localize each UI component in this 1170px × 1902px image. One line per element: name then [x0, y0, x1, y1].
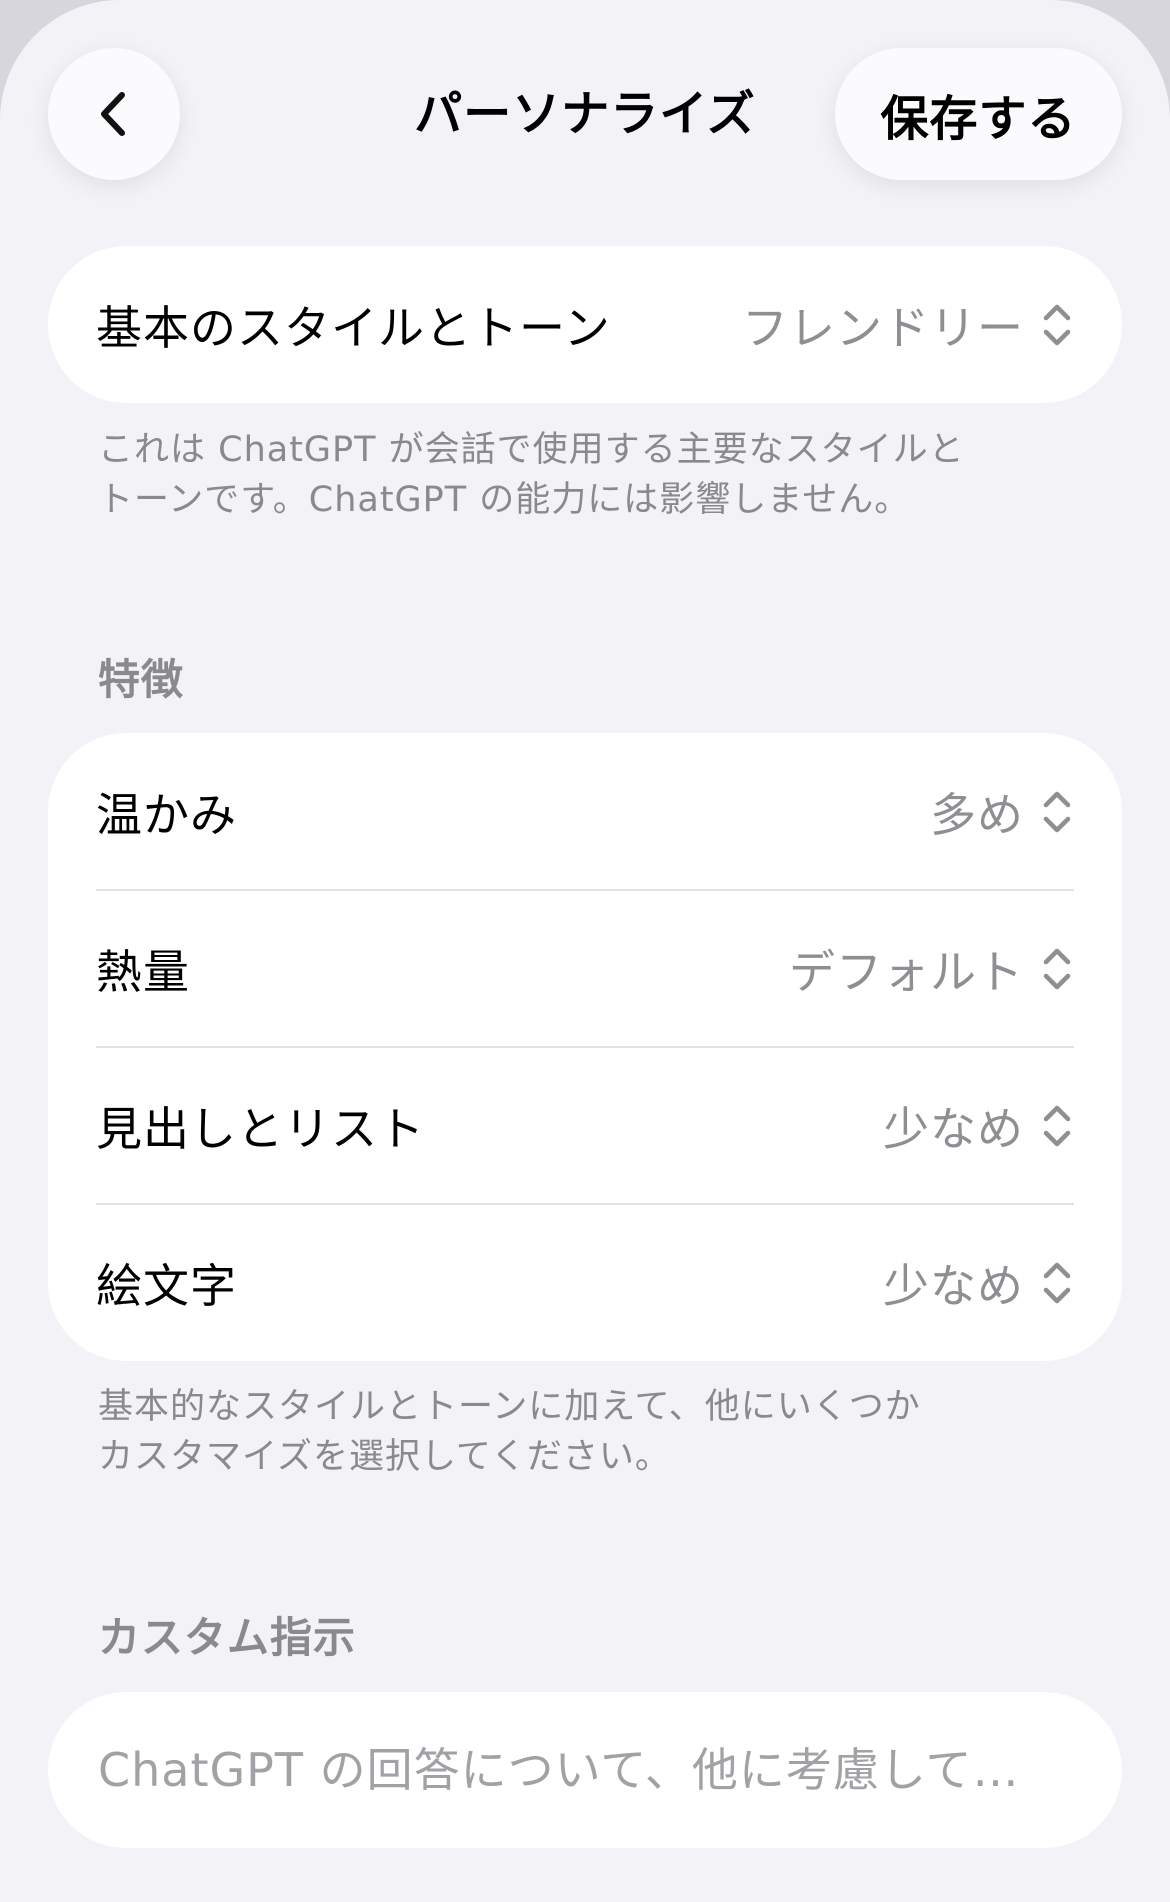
trait-label: 見出しとリスト — [96, 1101, 425, 1156]
back-button[interactable] — [48, 48, 180, 180]
traits-note: 基本的なスタイルとトーンに加えて、他にいくつか カスタマイズを選択してください。 — [98, 1382, 998, 1482]
chevron-up-down-icon — [1043, 1105, 1071, 1146]
style-tone-value: フレンドリー — [742, 300, 1024, 355]
style-tone-selector[interactable]: 基本のスタイルとトーン フレンドリー — [48, 246, 1122, 403]
trait-row-enthusiasm[interactable]: 熱量 デフォルト — [48, 889, 1122, 1047]
trait-value: 少なめ — [883, 1258, 1024, 1313]
chevron-up-down-icon — [1043, 1262, 1071, 1303]
trait-value: デフォルト — [789, 944, 1024, 999]
custom-instructions-field[interactable] — [48, 1692, 1122, 1848]
note-line: 基本的なスタイルとトーンに加えて、他にいくつか — [98, 1387, 921, 1427]
trait-value: 多め — [930, 787, 1024, 842]
chevron-up-down-icon — [1043, 948, 1071, 989]
custom-instructions-heading: カスタム指示 — [98, 1613, 357, 1662]
note-line: これは ChatGPT が会話で使用する主要なスタイルと — [98, 430, 965, 470]
page-title: パーソナライズ — [414, 86, 756, 142]
trait-row-emoji[interactable]: 絵文字 少なめ — [48, 1203, 1122, 1361]
chevron-up-down-icon — [1043, 304, 1071, 345]
trait-label: 絵文字 — [96, 1258, 237, 1313]
style-tone-label: 基本のスタイルとトーン — [96, 300, 611, 355]
traits-heading: 特徴 — [98, 655, 185, 704]
custom-instructions-input[interactable] — [96, 1742, 1074, 1798]
trait-value: 少なめ — [883, 1101, 1024, 1156]
chevron-left-icon — [101, 92, 125, 136]
note-line: トーンです。ChatGPT の能力には影響しません。 — [98, 480, 911, 520]
chevron-up-down-icon — [1043, 791, 1071, 832]
trait-label: 温かみ — [96, 787, 237, 842]
style-tone-card: 基本のスタイルとトーン フレンドリー — [48, 246, 1122, 403]
style-tone-note: これは ChatGPT が会話で使用する主要なスタイルと トーンです。ChatG… — [98, 425, 998, 525]
trait-row-warmth[interactable]: 温かみ 多め — [48, 733, 1122, 890]
trait-label: 熱量 — [96, 944, 190, 999]
trait-row-headers-lists[interactable]: 見出しとリスト 少なめ — [48, 1046, 1122, 1204]
traits-card: 温かみ 多め 熱量 デフォルト 見出しとリスト 少なめ 絵文字 少なめ — [48, 733, 1122, 1361]
note-line: カスタマイズを選択してください。 — [98, 1437, 671, 1477]
personalize-sheet: パーソナライズ 保存する 基本のスタイルとトーン フレンドリー これは Chat… — [0, 0, 1170, 1902]
save-button[interactable]: 保存する — [835, 48, 1122, 180]
